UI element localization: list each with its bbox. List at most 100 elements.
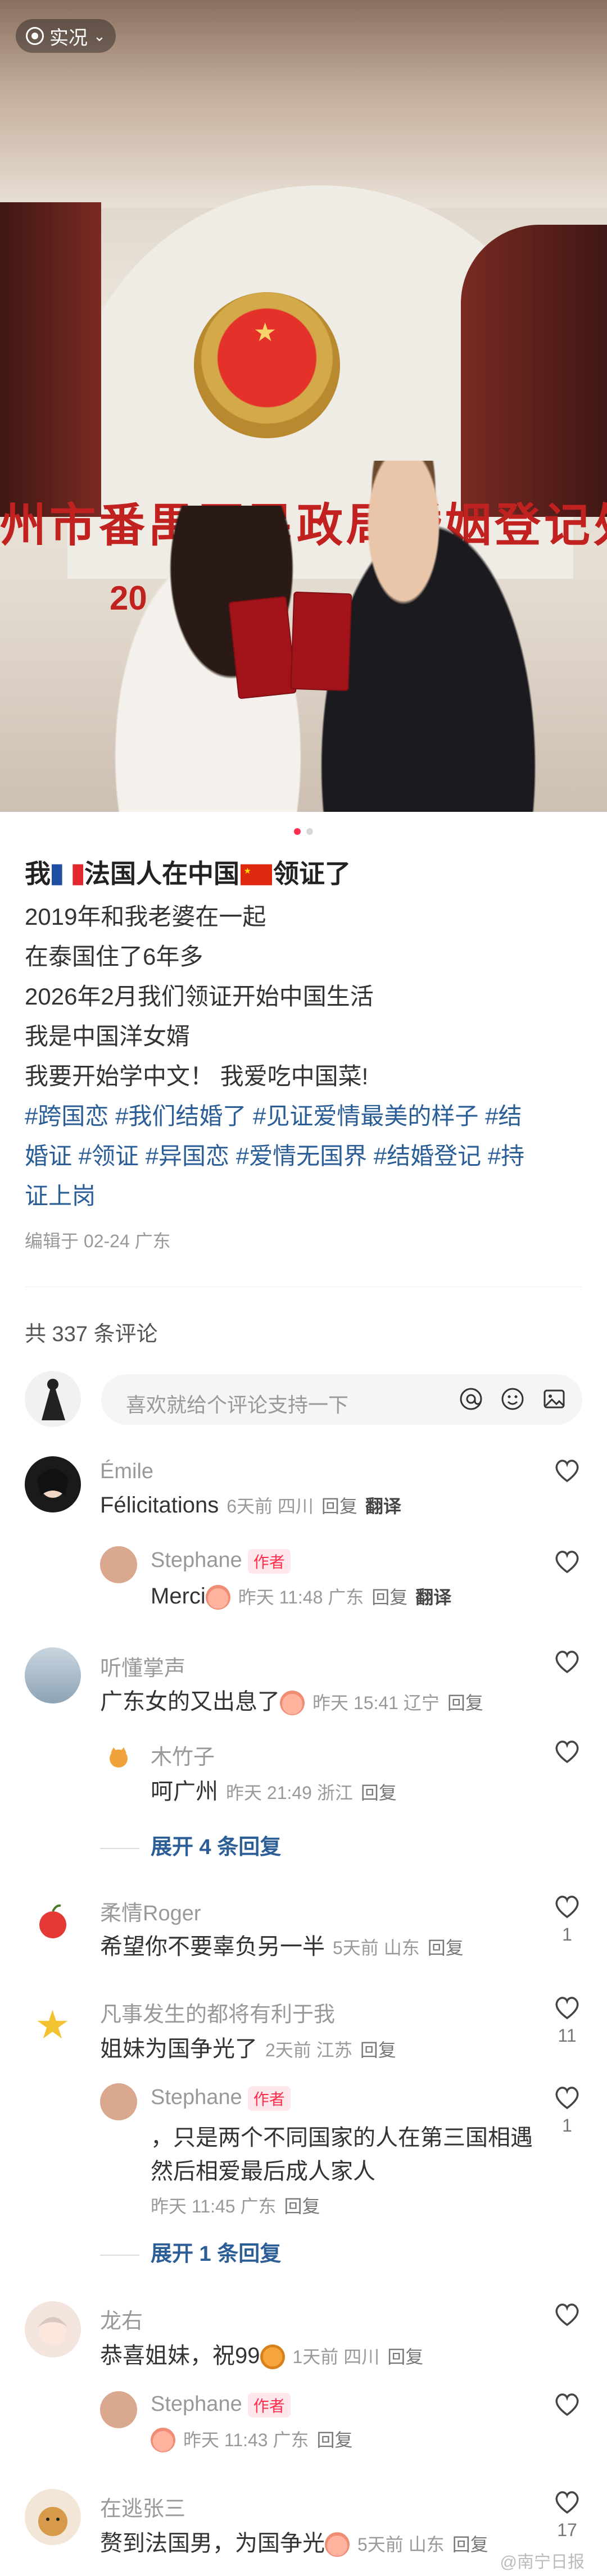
- like-button[interactable]: [550, 2301, 584, 2332]
- post-line: 我是中国洋女婿: [25, 1023, 191, 1050]
- heart-icon: [555, 2087, 579, 2110]
- avatar[interactable]: [100, 1738, 137, 1775]
- pig-emoji-icon: [151, 2428, 175, 2453]
- post-photo[interactable]: ★ 州市番禺区民政局婚姻登记处 20 实况 ⌄: [0, 0, 607, 812]
- like-button[interactable]: 1: [550, 2084, 584, 2136]
- comment-composer: 喜欢就给个评论支持一下: [25, 1371, 582, 1427]
- avatar[interactable]: [25, 1893, 81, 1950]
- svg-text:★: ★: [35, 2003, 70, 2047]
- expand-replies-button[interactable]: 展开 1 条回复: [100, 2236, 281, 2267]
- tiger-emoji-icon: [260, 2345, 285, 2370]
- china-flag-icon: ★: [241, 864, 272, 885]
- post-body: 我法国人在中国 ★ 领证了 2019年和我老婆在一起 在泰国住了6年多 2026年2…: [25, 854, 582, 1253]
- heart-icon: [555, 1997, 579, 2020]
- comment-text: 广东女的又出息了 昨天 15:41 辽宁 回复: [100, 1683, 483, 1716]
- heart-icon: [555, 2304, 579, 2327]
- comment-meta: 昨天 11:45 广东 回复: [151, 2196, 320, 2216]
- heart-icon: [555, 1551, 579, 1574]
- comment-text: 姐妹为国争光了 2天前 江苏 回复: [100, 2037, 396, 2061]
- comment-username[interactable]: Émile: [100, 1460, 153, 1484]
- chevron-down-icon: ⌄: [93, 27, 106, 44]
- my-avatar: [25, 1371, 81, 1427]
- avatar[interactable]: [25, 1456, 81, 1512]
- watermark: @南宁日报: [500, 2553, 585, 2572]
- post-line: 在泰国住了6年多: [25, 943, 203, 970]
- author-tag: 作者: [247, 2086, 291, 2111]
- pig-emoji-icon: [280, 1691, 305, 1716]
- avatar[interactable]: [100, 1546, 137, 1583]
- like-button[interactable]: 11: [550, 1995, 584, 2046]
- comment-text: 希望你不要辜负另一半 5天前 山东 回复: [100, 1934, 464, 1959]
- post-title: 我法国人在中国 ★ 领证了: [25, 859, 351, 888]
- carousel-indicator: [0, 828, 607, 835]
- avatar[interactable]: [100, 2391, 137, 2428]
- like-button[interactable]: [550, 1457, 584, 1488]
- reply-button[interactable]: 回复: [447, 1693, 483, 1713]
- heart-icon: [555, 2491, 579, 2514]
- avatar[interactable]: [25, 2301, 81, 2357]
- like-button[interactable]: [550, 1648, 584, 1679]
- avatar[interactable]: ★: [25, 1995, 81, 2051]
- live-photo-badge[interactable]: 实况 ⌄: [16, 19, 116, 53]
- translate-button[interactable]: 翻译: [365, 1496, 401, 1516]
- author-tag: 作者: [247, 2392, 291, 2418]
- mention-icon[interactable]: [457, 1385, 484, 1412]
- reply-button[interactable]: 回复: [428, 1938, 464, 1958]
- avatar[interactable]: [25, 2489, 81, 2545]
- live-icon: [26, 27, 44, 45]
- reply-button[interactable]: 回复: [387, 2347, 423, 2367]
- comment-username[interactable]: 听懂掌声: [100, 1651, 185, 1682]
- pig-emoji-icon: [205, 1585, 230, 1610]
- like-button[interactable]: 1: [550, 1893, 584, 1945]
- reply-button[interactable]: 回复: [321, 1496, 357, 1516]
- reply-button[interactable]: 回复: [317, 2430, 353, 2450]
- comment-text: 然后相爱最后成人家人: [151, 2159, 375, 2184]
- heart-icon: [555, 2393, 579, 2416]
- france-flag-icon: [52, 864, 83, 885]
- post-line: 我要开始学中文！ 我爱吃中国菜!: [25, 1063, 369, 1089]
- post-line: 2026年2月我们领证开始中国生活: [25, 983, 374, 1010]
- like-button[interactable]: [550, 1738, 584, 1769]
- expand-replies-button[interactable]: 展开 4 条回复: [100, 1829, 281, 1860]
- reply-button[interactable]: 回复: [284, 2196, 320, 2216]
- national-emblem: ★: [194, 292, 340, 438]
- live-label: 实况: [49, 27, 88, 49]
- comment-username[interactable]: Stephane 作者: [151, 2392, 291, 2418]
- reply-button[interactable]: 回复: [452, 2534, 488, 2555]
- hashtags[interactable]: #跨国恋 #我们结婚了 #见证爱情最美的样子 #结 婚证 #领证 #异国恋 #爱…: [25, 1096, 582, 1216]
- avatar[interactable]: [25, 1647, 81, 1703]
- svg-text:★: ★: [244, 866, 251, 876]
- author-tag: 作者: [247, 1548, 291, 1574]
- comment-username[interactable]: Stephane 作者: [151, 2086, 291, 2111]
- heart-icon: [555, 1896, 579, 1919]
- reply-button[interactable]: 回复: [372, 1587, 407, 1607]
- comment-text: Félicitations 6天前 四川 回复 翻译: [100, 1493, 401, 1518]
- carousel-dot-active: [294, 828, 301, 835]
- like-button[interactable]: [550, 2391, 584, 2422]
- comment-text: 昨天 11:43 广东 回复: [151, 2426, 353, 2453]
- comment-text: ，只是两个不同国家的人在第三国相遇: [151, 2125, 533, 2150]
- comment-input[interactable]: 喜欢就给个评论支持一下: [101, 1374, 582, 1425]
- translate-button[interactable]: 翻译: [415, 1587, 451, 1607]
- comment-username[interactable]: 龙右: [100, 2304, 143, 2334]
- red-panel-left: [0, 202, 101, 517]
- heart-icon: [555, 1460, 579, 1483]
- comment-username[interactable]: 凡事发生的都将有利于我: [100, 1997, 335, 2028]
- comment-username[interactable]: Stephane 作者: [151, 1548, 291, 1574]
- comment-username[interactable]: 在逃张三: [100, 2491, 185, 2522]
- carousel-dot: [306, 828, 313, 835]
- reply-button[interactable]: 回复: [361, 1783, 397, 1803]
- like-button[interactable]: 17: [550, 2489, 584, 2541]
- like-button[interactable]: [550, 1548, 584, 1579]
- comment-text: 恭喜姐妹，祝99 1天前 四川 回复: [100, 2337, 423, 2370]
- comment-username[interactable]: 木竹子: [151, 1739, 215, 1770]
- edited-meta: 编辑于 02-24 广东: [25, 1231, 171, 1251]
- comment-username[interactable]: 柔情Roger: [100, 1896, 201, 1927]
- heart-icon: [555, 1741, 579, 1764]
- image-icon[interactable]: [541, 1385, 568, 1412]
- emoji-icon[interactable]: [499, 1385, 526, 1412]
- avatar[interactable]: [100, 2083, 137, 2120]
- comment-text: 赘到法国男，为国争光 5天前 山东 回复: [100, 2525, 488, 2557]
- reply-button[interactable]: 回复: [360, 2040, 396, 2060]
- comment-text: 呵广州 昨天 21:49 浙江 回复: [151, 1779, 397, 1804]
